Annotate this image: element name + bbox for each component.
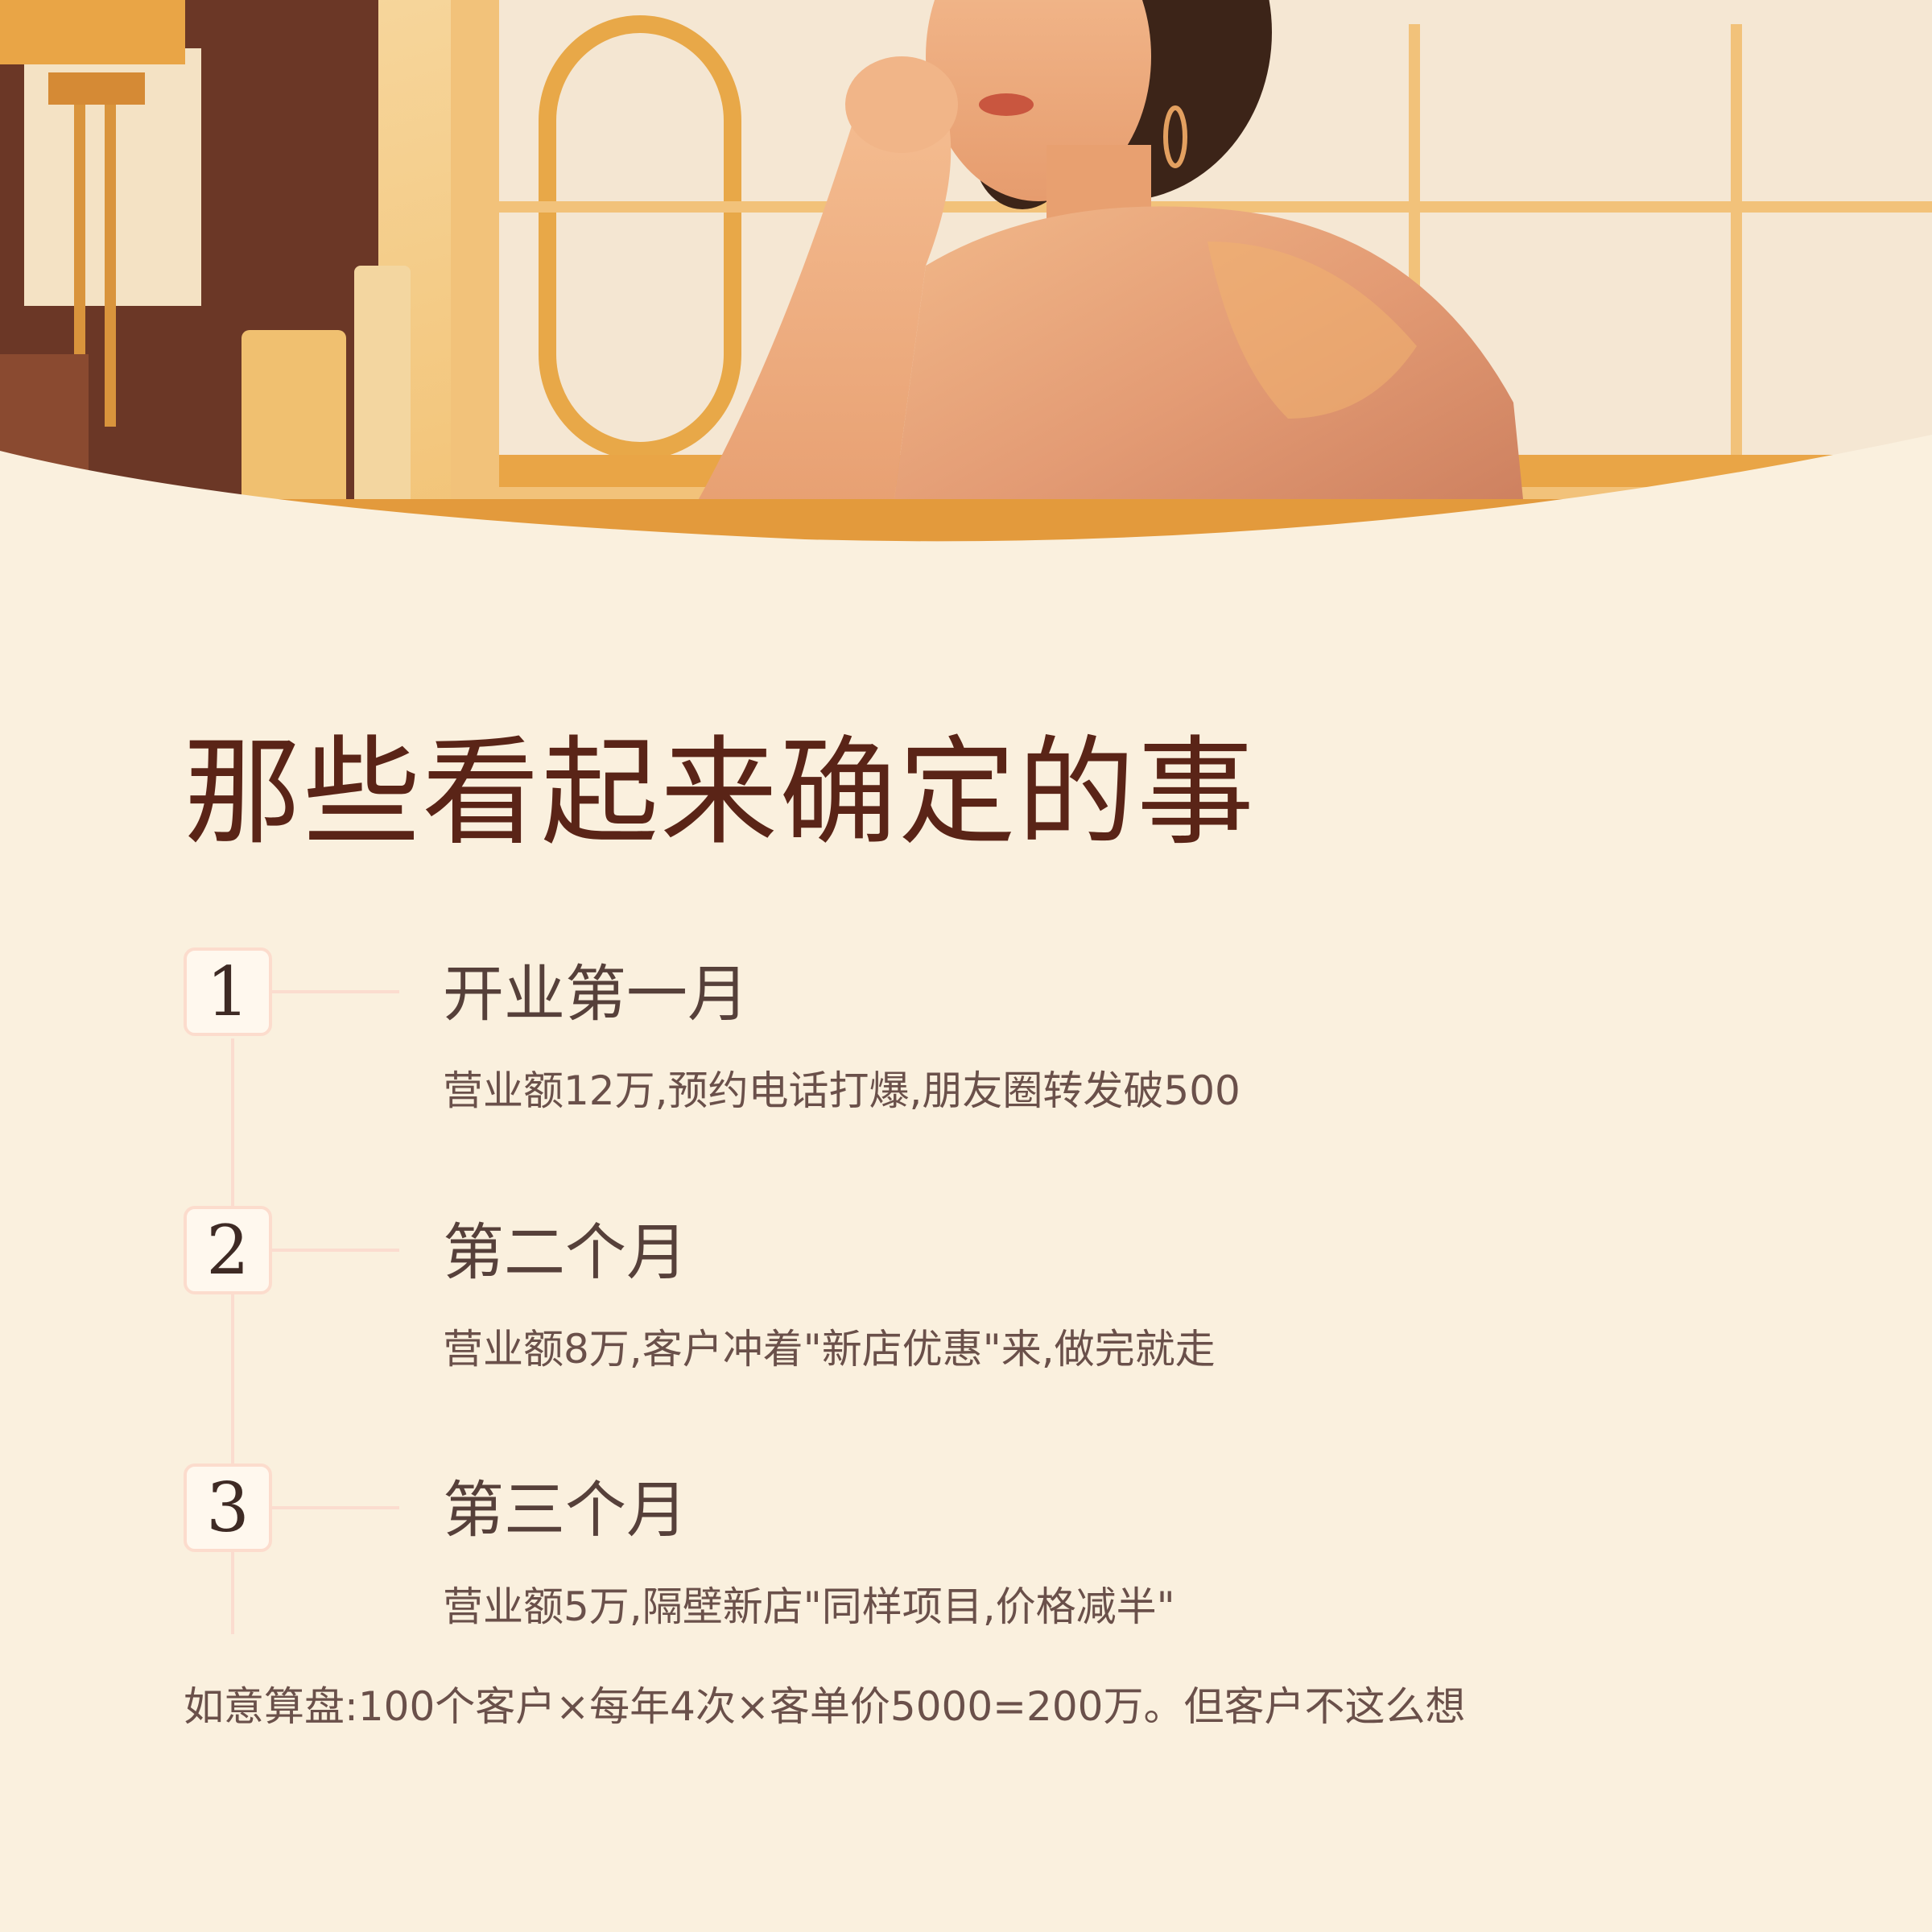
step-description: 营业额8万,客户冲着"新店优惠"来,做完就走	[443, 1326, 1216, 1373]
step-connector	[272, 1506, 399, 1509]
step-description: 营业额5万,隔壁新店"同样项目,价格减半"	[443, 1583, 1175, 1630]
timeline-step: 3 第三个月 营业额5万,隔壁新店"同样项目,价格减半"	[0, 1463, 1932, 1673]
calculation-note: 如意算盘:100个客户×每年4次×客单价5000=200万。但客户不这么想	[184, 1683, 1466, 1730]
step-title: 第二个月	[443, 1216, 687, 1288]
timeline-step: 2 第二个月 营业额8万,客户冲着"新店优惠"来,做完就走	[0, 1206, 1932, 1415]
step-connector	[272, 990, 399, 993]
hero-illustration	[0, 0, 1932, 564]
step-number-badge: 2	[184, 1206, 272, 1294]
step-number-badge: 3	[184, 1463, 272, 1552]
page-title: 那些看起来确定的事	[184, 724, 1256, 861]
step-title: 第三个月	[443, 1474, 687, 1546]
step-number-badge: 1	[184, 947, 272, 1036]
timeline-step: 1 开业第一月 营业额12万,预约电话打爆,朋友圈转发破500	[0, 947, 1932, 1157]
step-title: 开业第一月	[443, 958, 749, 1030]
step-description: 营业额12万,预约电话打爆,朋友圈转发破500	[443, 1067, 1241, 1114]
step-connector	[272, 1249, 399, 1252]
